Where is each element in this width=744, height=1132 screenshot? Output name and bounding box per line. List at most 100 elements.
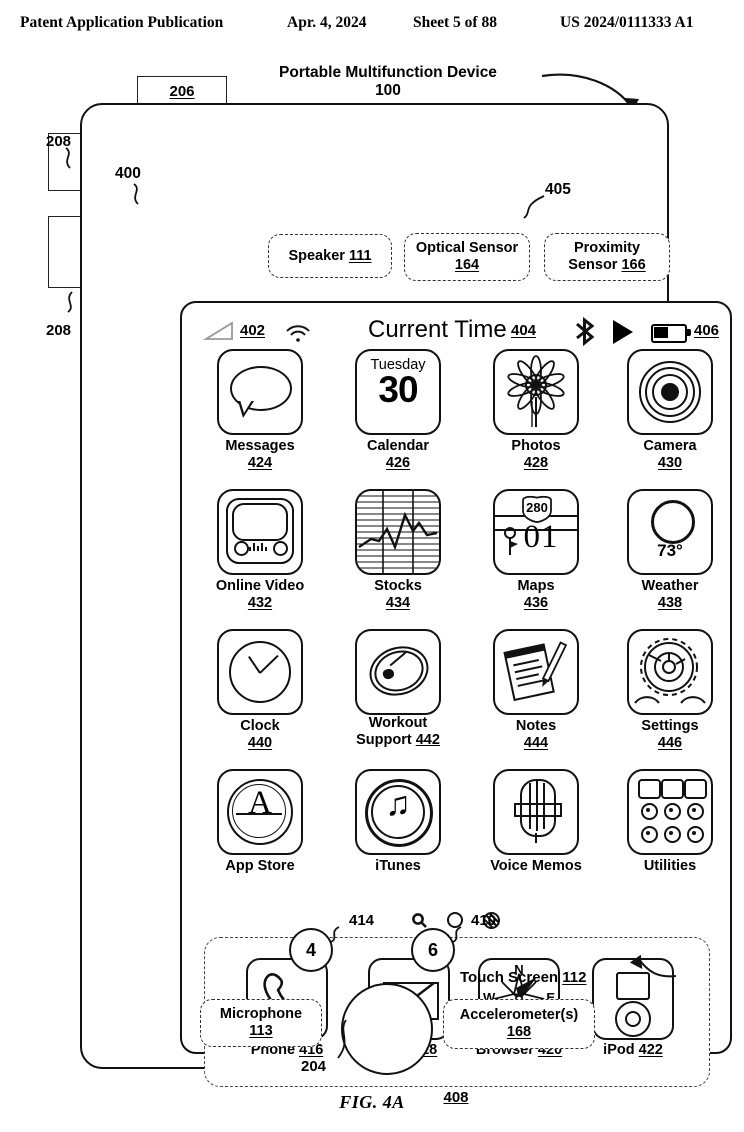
wifi-icon	[286, 325, 310, 342]
sun-icon: 73°	[627, 489, 713, 575]
power-button-ref: 206	[169, 82, 195, 100]
flower-icon	[493, 349, 579, 435]
weather-temperature: 73°	[657, 541, 683, 560]
microphone-icon	[493, 769, 579, 855]
app-icon-settings[interactable]: Settings 446	[610, 629, 730, 753]
app-icon-app-store[interactable]: A App Store	[200, 769, 320, 875]
calendar-ref: 426	[385, 455, 411, 472]
app-icon-itunes[interactable]: ♫ iTunes	[338, 769, 458, 875]
publication-date: Apr. 4, 2024	[287, 14, 367, 31]
phone-badge: 4	[289, 928, 333, 972]
touch-screen-112[interactable]: 402 Current Time 404 406 Messages 424 Tu…	[180, 301, 732, 1106]
proximity-sensor-label: Proximity	[573, 240, 641, 257]
screen-ref: 400	[115, 165, 141, 182]
app-icon-notes[interactable]: Notes 444	[476, 629, 596, 753]
signal-ref: 402	[240, 322, 266, 339]
stocks-ref: 434	[385, 595, 411, 612]
app-icon-maps[interactable]: 280 01 Maps 436	[476, 489, 596, 613]
speech-bubble-icon	[217, 349, 303, 435]
camera-ref: 430	[657, 455, 683, 472]
weather-label: Weather	[641, 578, 699, 594]
device-title-line2: 100	[375, 82, 401, 100]
app-icon-weather[interactable]: 73° Weather 438	[610, 489, 730, 613]
running-shoe-icon	[355, 629, 441, 715]
photos-ref: 428	[523, 455, 549, 472]
television-icon	[217, 489, 303, 575]
voice-memos-label: Voice Memos	[490, 858, 582, 874]
play-icon	[613, 320, 633, 344]
app-icon-stocks[interactable]: Stocks 434	[338, 489, 458, 613]
camera-lens-icon	[627, 349, 713, 435]
app-store-label: App Store	[225, 858, 295, 874]
search-icon[interactable]	[412, 912, 427, 928]
accelerometer-component: Accelerometer(s) 168	[443, 999, 595, 1049]
proximity-sensor-ref-line: Sensor 166	[568, 257, 646, 273]
stock-chart-icon	[355, 489, 441, 575]
camera-label: Camera	[643, 438, 697, 454]
mail-badge: 6	[411, 928, 455, 972]
app-icon-messages[interactable]: Messages 424	[200, 349, 320, 473]
app-icon-clock[interactable]: Clock 440	[200, 629, 320, 753]
app-icon-calendar[interactable]: Tuesday 30 Calendar 426	[338, 349, 458, 473]
home-button-ref: 204	[301, 1058, 327, 1075]
portable-multifunction-device: Speaker 111 Optical Sensor 164 Proximity…	[80, 103, 732, 1106]
workout-label: Workout	[368, 715, 428, 731]
power-button-206[interactable]: 206	[137, 76, 227, 106]
publication-type: Patent Application Publication	[20, 14, 224, 31]
online-video-label: Online Video	[215, 578, 305, 594]
microphone-ref: 113	[249, 1023, 273, 1039]
itunes-label: iTunes	[375, 858, 421, 874]
app-store-icon: A	[217, 769, 303, 855]
touch-screen-label: Touch Screen 112	[460, 969, 587, 986]
ipod-ref: 422	[638, 1042, 663, 1058]
signal-strength-icon	[202, 321, 233, 340]
home-button-204[interactable]	[341, 983, 433, 1075]
device-title-line1: Portable Multifunction Device	[279, 64, 497, 81]
online-video-ref: 432	[247, 595, 273, 612]
settings-label: Settings	[641, 718, 699, 734]
touch-screen-ref: 112	[562, 969, 587, 986]
app-icon-workout-support[interactable]: Workout Support 442	[338, 629, 458, 750]
publication-header: Patent Application Publication Apr. 4, 2…	[0, 14, 744, 40]
speaker-ref: 111	[348, 247, 372, 264]
optical-sensor-label: Optical Sensor	[415, 240, 519, 257]
calendar-label: Calendar	[366, 438, 430, 454]
workout-ref: 442	[415, 732, 440, 749]
side-button-ref-top: 208	[46, 133, 72, 150]
current-time-label: Current Time	[368, 316, 507, 343]
app-row-3: Clock 440 Workout Support 442 Notes 444 …	[182, 629, 730, 769]
ipod-label: iPod	[603, 1042, 635, 1058]
maps-label: Maps	[517, 578, 555, 594]
battery-icon	[651, 324, 691, 343]
accelerometer-ref: 168	[506, 1024, 532, 1040]
sheet-number: Sheet 5 of 88	[413, 14, 497, 31]
proximity-sensor-component: Proximity Sensor 166	[544, 233, 670, 281]
calendar-date: 30	[378, 369, 418, 410]
app-row-2: Online Video 432 Stocks 434 280 01 Maps …	[182, 489, 730, 629]
app-icon-utilities[interactable]: Utilities	[610, 769, 730, 875]
app-icon-voice-memos[interactable]: Voice Memos	[476, 769, 596, 875]
map-icon: 280 01	[493, 489, 579, 575]
accelerometer-label: Accelerometer(s)	[459, 1007, 579, 1024]
circle-dot[interactable]	[447, 912, 463, 928]
status-bar: 402 Current Time 404 406	[182, 311, 730, 347]
battery-ref: 406	[694, 322, 720, 339]
app-icon-photos[interactable]: Photos 428	[476, 349, 596, 473]
highway-number: 280	[526, 500, 548, 515]
notes-ref: 444	[523, 735, 549, 752]
maps-ref: 436	[523, 595, 549, 612]
page-indicator[interactable]	[182, 909, 730, 931]
optical-sensor-ref: 164	[454, 257, 480, 273]
app-icon-camera[interactable]: Camera 430	[610, 349, 730, 473]
microphone-label: Microphone	[219, 1006, 303, 1023]
notes-label: Notes	[515, 718, 557, 734]
app-icon-online-video[interactable]: Online Video 432	[200, 489, 320, 613]
ipod-icon	[592, 958, 674, 1040]
volume-button-lower[interactable]	[48, 216, 83, 288]
clock-label: Clock	[240, 718, 280, 734]
device-title: Portable Multifunction Device 100	[248, 64, 528, 101]
bluetooth-ref: 405	[545, 181, 571, 198]
optical-sensor-component: Optical Sensor 164	[404, 233, 530, 281]
messages-ref: 424	[247, 455, 273, 472]
photos-label: Photos	[511, 438, 561, 454]
